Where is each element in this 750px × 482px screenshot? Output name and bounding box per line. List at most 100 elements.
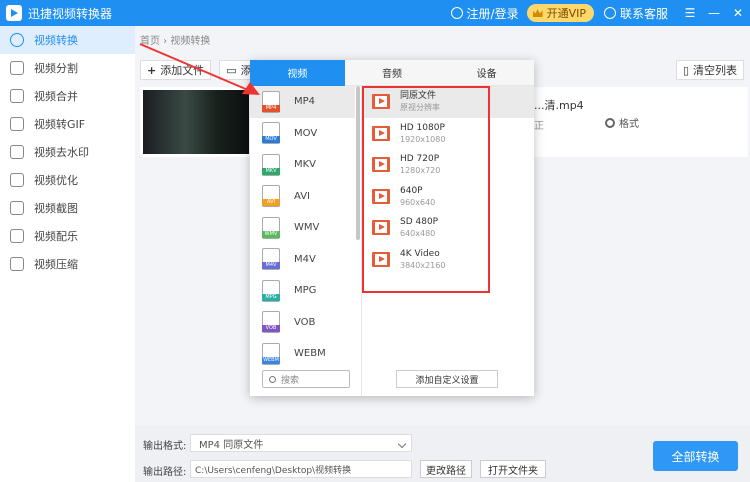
file-format-icon: WMV: [262, 216, 280, 239]
image-icon: [10, 201, 24, 215]
vip-label: 开通VIP: [546, 7, 586, 20]
format-item[interactable]: WMV WMV: [250, 212, 355, 244]
trash-icon: ▯: [682, 63, 689, 77]
format-badge: MPG: [262, 293, 280, 301]
format-item[interactable]: VOB VOB: [250, 307, 355, 339]
close-button[interactable]: ✕: [726, 0, 750, 26]
format-list-scrollbar[interactable]: [356, 86, 360, 240]
search-icon: [269, 375, 276, 383]
clear-list-button[interactable]: ▯ 清空列表: [675, 60, 744, 80]
output-format-value: MP4 同原文件: [199, 439, 264, 451]
sidebar-item-label: 视频优化: [34, 174, 78, 187]
format-item[interactable]: AVI AVI: [250, 181, 355, 213]
format-label: MOV: [294, 127, 318, 139]
title-bar: 迅捷视频转换器 注册/登录 开通VIP 联系客服 ☰ — ✕: [0, 0, 750, 26]
format-label: VOB: [294, 316, 316, 328]
sidebar-item-compress[interactable]: 视频压缩: [0, 250, 135, 278]
split-icon: [10, 61, 24, 75]
merge-icon: [10, 89, 24, 103]
sidebar-item-gif[interactable]: 视频转GIF: [0, 110, 135, 138]
minimize-button[interactable]: —: [702, 0, 726, 26]
file-format-icon: MOV: [262, 122, 280, 145]
sidebar-item-watermark[interactable]: 视频去水印: [0, 138, 135, 166]
login-link[interactable]: 注册/登录: [450, 5, 519, 22]
format-settings-button[interactable]: 格式: [605, 115, 639, 130]
sidebar-item-label: 视频分割: [34, 62, 78, 75]
sidebar-item-merge[interactable]: 视频合并: [0, 82, 135, 110]
annotation-arrow: [139, 43, 260, 95]
output-path-field[interactable]: C:\Users\cenfeng\Desktop\视频转换: [190, 460, 412, 478]
login-label: 注册/登录: [466, 6, 519, 21]
file-format-icon: MPG: [262, 279, 280, 302]
format-label: 格式: [619, 119, 639, 130]
gear-icon: [605, 117, 615, 128]
clear-list-label: 清空列表: [693, 64, 737, 77]
format-tabs: 视频 音频 设备: [250, 60, 535, 86]
format-item[interactable]: MOV MOV: [250, 118, 355, 150]
bottom-bar: 输出格式: MP4 同原文件 输出路径: C:\Users\cenfeng\De…: [135, 425, 750, 482]
format-badge: MOV: [262, 136, 280, 144]
chevron-down-icon: [397, 439, 407, 449]
file-format-icon: MKV: [262, 153, 280, 176]
sidebar-item-optimize[interactable]: 视频优化: [0, 166, 135, 194]
format-search-input[interactable]: 搜索: [262, 370, 350, 388]
search-placeholder: 搜索: [281, 375, 300, 386]
optimize-icon: [10, 173, 24, 187]
sidebar-item-label: 视频截图: [34, 202, 78, 215]
sidebar-item-convert[interactable]: 视频转换: [0, 26, 135, 54]
sidebar-item-label: 视频配乐: [34, 230, 78, 243]
format-item[interactable]: WEBM WEBM: [250, 338, 355, 366]
convert-icon: [10, 33, 24, 47]
file-format-icon: AVI: [262, 185, 280, 208]
vip-button[interactable]: 开通VIP: [526, 4, 594, 22]
output-format-label: 输出格式:: [143, 441, 187, 452]
sidebar-item-label: 视频转GIF: [34, 118, 86, 131]
add-custom-setting-button[interactable]: 添加自定义设置: [396, 370, 498, 388]
output-path-label: 输出路径:: [143, 467, 187, 478]
format-item[interactable]: M4V M4V: [250, 244, 355, 276]
sidebar-item-label: 视频合并: [34, 90, 78, 103]
format-label: M4V: [294, 253, 316, 265]
change-path-button[interactable]: 更改路径: [420, 460, 472, 478]
format-badge: M4V: [262, 262, 280, 270]
format-label: AVI: [294, 190, 310, 202]
sidebar-item-music[interactable]: 视频配乐: [0, 222, 135, 250]
file-format-icon: VOB: [262, 311, 280, 334]
format-badge: VOB: [262, 325, 280, 333]
app-title: 迅捷视频转换器: [28, 6, 113, 21]
gif-icon: [10, 117, 24, 131]
sidebar-item-label: 视频去水印: [34, 146, 89, 159]
format-item[interactable]: MKV MKV: [250, 149, 355, 181]
format-item[interactable]: MPG MPG: [250, 275, 355, 307]
format-label: MP4: [294, 96, 316, 108]
sidebar-item-screenshot[interactable]: 视频截图: [0, 194, 135, 222]
sidebar-item-split[interactable]: 视频分割: [0, 54, 135, 82]
file-format-icon: WEBM: [262, 342, 280, 365]
tab-device[interactable]: 设备: [439, 60, 535, 86]
open-folder-button[interactable]: 打开文件夹: [480, 460, 546, 478]
tab-audio[interactable]: 音频: [344, 60, 440, 86]
format-list: MP4 MP4 MOV MOV MKV MKV AVI AVI WMV WMV M4V M4V MPG M…: [250, 86, 355, 366]
user-icon: [450, 7, 463, 19]
app-logo-icon: [6, 5, 22, 21]
convert-all-button[interactable]: 全部转换: [653, 441, 738, 471]
format-label: WMV: [294, 222, 320, 234]
service-label: 联系客服: [619, 6, 668, 21]
output-format-select[interactable]: MP4 同原文件: [190, 434, 412, 452]
annotation-highlight-box: [362, 86, 490, 293]
format-badge: WEBM: [262, 356, 280, 364]
music-icon: [10, 229, 24, 243]
menu-button[interactable]: ☰: [678, 0, 702, 26]
format-label: MKV: [294, 159, 317, 171]
format-label: MPG: [294, 285, 317, 297]
format-badge: WMV: [262, 230, 280, 238]
sidebar: 视频转换 视频分割 视频合并 视频转GIF 视频去水印 视频优化 视频截图 视频…: [0, 26, 135, 482]
headset-icon: [603, 7, 616, 19]
crown-icon: [532, 9, 543, 17]
file-format-icon: M4V: [262, 248, 280, 271]
service-link[interactable]: 联系客服: [603, 5, 668, 22]
format-label: WEBM: [294, 348, 326, 360]
sidebar-item-label: 视频转换: [34, 34, 78, 47]
watermark-icon: [10, 145, 24, 159]
output-path-value: C:\Users\cenfeng\Desktop\视频转换: [195, 465, 352, 476]
